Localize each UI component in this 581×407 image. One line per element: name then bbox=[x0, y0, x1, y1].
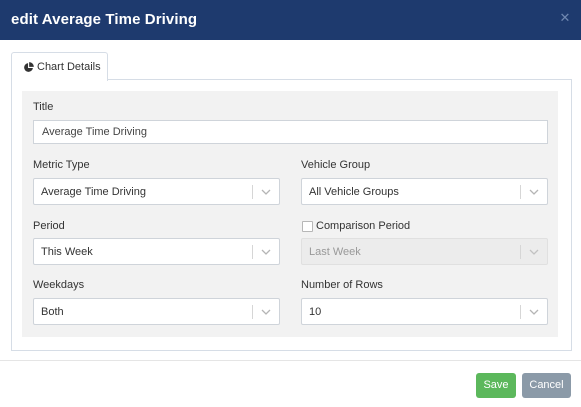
comparison-period-select: Last Week bbox=[301, 238, 548, 265]
number-of-rows-select[interactable]: 10 bbox=[301, 298, 548, 325]
chevron-down-icon bbox=[529, 189, 539, 195]
metric-type-label: Metric Type bbox=[33, 159, 90, 171]
select-separator bbox=[252, 185, 253, 199]
comparison-period-label: Comparison Period bbox=[316, 220, 411, 232]
dialog-title: edit Average Time Driving bbox=[11, 11, 198, 28]
number-of-rows-label: Number of Rows bbox=[301, 279, 383, 291]
select-separator bbox=[520, 185, 521, 199]
tab-label: Chart Details bbox=[37, 61, 101, 73]
comparison-period-checkbox[interactable] bbox=[302, 221, 313, 232]
vehicle-group-select[interactable]: All Vehicle Groups bbox=[301, 178, 548, 205]
pie-chart-icon bbox=[24, 62, 34, 72]
period-value: This Week bbox=[41, 246, 93, 258]
cancel-button[interactable]: Cancel bbox=[522, 373, 571, 398]
period-select[interactable]: This Week bbox=[33, 238, 280, 265]
chevron-down-icon bbox=[261, 189, 271, 195]
weekdays-label: Weekdays bbox=[33, 279, 85, 291]
vehicle-group-label: Vehicle Group bbox=[301, 159, 371, 171]
number-of-rows-value: 10 bbox=[309, 306, 322, 318]
metric-type-select[interactable]: Average Time Driving bbox=[33, 178, 280, 205]
title-label: Title bbox=[33, 101, 54, 113]
weekdays-value: Both bbox=[41, 306, 64, 318]
dialog-header: edit Average Time Driving ✕ bbox=[0, 0, 581, 40]
period-label: Period bbox=[33, 220, 65, 232]
footer-divider bbox=[0, 360, 581, 361]
select-separator bbox=[252, 305, 253, 319]
chevron-down-icon bbox=[529, 249, 539, 255]
weekdays-select[interactable]: Both bbox=[33, 298, 280, 325]
title-input[interactable]: Average Time Driving bbox=[33, 120, 548, 144]
close-icon[interactable]: ✕ bbox=[559, 11, 571, 24]
select-separator bbox=[520, 305, 521, 319]
metric-type-value: Average Time Driving bbox=[41, 186, 146, 198]
title-input-value: Average Time Driving bbox=[42, 126, 147, 138]
save-button[interactable]: Save bbox=[476, 373, 516, 398]
edit-chart-dialog: edit Average Time Driving ✕ Chart Detail… bbox=[0, 0, 581, 407]
tab-chart-details[interactable]: Chart Details bbox=[11, 52, 108, 81]
comparison-period-value: Last Week bbox=[309, 246, 361, 258]
chevron-down-icon bbox=[261, 249, 271, 255]
chevron-down-icon bbox=[529, 309, 539, 315]
vehicle-group-value: All Vehicle Groups bbox=[309, 186, 399, 198]
chevron-down-icon bbox=[261, 309, 271, 315]
select-separator bbox=[252, 245, 253, 259]
select-separator bbox=[520, 245, 521, 259]
